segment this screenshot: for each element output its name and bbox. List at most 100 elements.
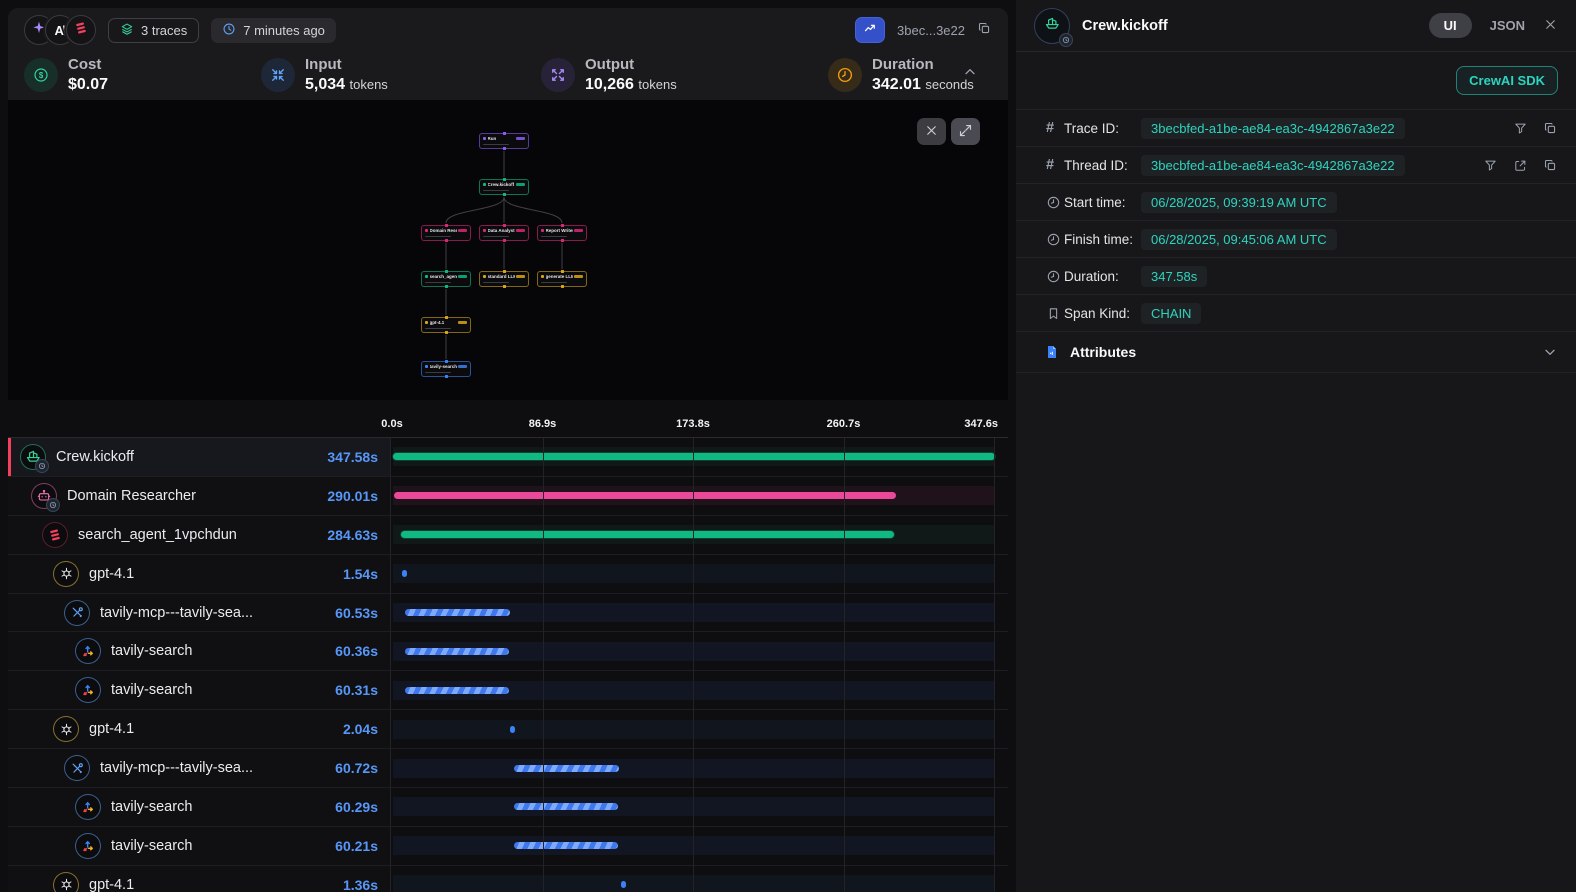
close-panel-button[interactable] xyxy=(1543,17,1558,35)
row-name-cell[interactable]: tavily-search60.31s xyxy=(8,671,390,709)
graph-node-gpt[interactable]: gpt-4.1 xyxy=(421,317,471,333)
graph-node-gp[interactable]: generate LLM prompt xyxy=(537,271,587,287)
openai-icon xyxy=(53,872,79,892)
node-label: search_agent_1vpchdun xyxy=(430,274,457,279)
timeline-row[interactable]: tavily-search 60.36s xyxy=(8,632,1008,671)
span-duration: 60.36s xyxy=(335,643,378,659)
row-name-cell[interactable]: tavily-mcp---tavily-sea...60.53s xyxy=(8,594,390,632)
node-subtext xyxy=(483,190,509,192)
svg-text:$: $ xyxy=(39,71,44,80)
timeline-row[interactable]: tavily-search60.29s xyxy=(8,788,1008,827)
node-subtext xyxy=(425,282,451,284)
timeline-row[interactable]: search_agent_1vpchdun284.63s xyxy=(8,516,1008,555)
span-track xyxy=(393,564,994,583)
graph-node-run[interactable]: Run xyxy=(479,133,529,149)
metric-label: Duration xyxy=(872,56,974,73)
tab-ui[interactable]: UI xyxy=(1429,13,1472,38)
field-value: 347.58s xyxy=(1141,266,1207,287)
chevron-down-icon xyxy=(1542,344,1558,360)
field-actions xyxy=(1513,121,1558,136)
node-kind-badge xyxy=(516,229,525,233)
metric-cost: $ Cost $0.07 xyxy=(24,56,261,94)
metric-value: $0.07 xyxy=(68,76,108,93)
row-plot-cell xyxy=(390,866,1008,892)
field-row: #Thread ID:3becbfed-a1be-ae84-ea3c-49428… xyxy=(1016,147,1576,184)
traces-count-badge[interactable]: 3 traces xyxy=(108,18,199,43)
row-name-cell[interactable]: gpt-4.12.04s xyxy=(8,710,390,748)
timeline-row[interactable]: tavily-search60.21s xyxy=(8,827,1008,866)
timeline-row[interactable]: gpt-4.11.36s xyxy=(8,866,1008,892)
stack-icon xyxy=(73,20,89,41)
node-label: standard LLM Prompt xyxy=(488,274,515,279)
node-type-dot xyxy=(425,321,428,324)
copy-button[interactable] xyxy=(1543,121,1558,136)
span-track xyxy=(393,720,994,739)
span-track xyxy=(393,836,994,855)
graph-node-tv[interactable]: tavily-search xyxy=(421,361,471,377)
graph-controls xyxy=(917,118,980,145)
row-name-cell[interactable]: Crew.kickoff347.58s xyxy=(8,438,390,476)
timeline-row[interactable]: tavily-search60.31s xyxy=(8,671,1008,710)
crewai-ship-icon xyxy=(1044,15,1061,37)
copy-trace-id-button[interactable] xyxy=(977,21,992,39)
graph-node-crew[interactable]: Crew.kickoff xyxy=(479,179,529,195)
row-name-cell[interactable]: search_agent_1vpchdun284.63s xyxy=(8,516,390,554)
row-name-cell[interactable]: gpt-4.11.36s xyxy=(8,866,390,892)
row-plot-cell xyxy=(390,594,1008,632)
node-label: Run xyxy=(488,136,497,141)
graph-node-sa[interactable]: search_agent_1vpchdun xyxy=(421,271,471,287)
field-row: Start time:06/28/2025, 09:39:19 AM UTC xyxy=(1016,184,1576,221)
metrics-chart-button[interactable] xyxy=(855,17,885,43)
node-label: Report Writer xyxy=(546,228,573,233)
node-type-dot xyxy=(425,365,428,368)
filter-button[interactable] xyxy=(1483,158,1498,173)
node-label: tavily-search xyxy=(430,364,457,369)
clock-badge-icon xyxy=(1059,33,1073,47)
graph-node-rw[interactable]: Report Writer xyxy=(537,225,587,241)
sdk-badge[interactable]: CrewAI SDK xyxy=(1456,66,1558,95)
clock-badge-icon xyxy=(35,459,49,473)
row-name-cell[interactable]: tavily-mcp---tavily-sea...60.72s xyxy=(8,749,390,787)
graph-expand-button[interactable] xyxy=(951,118,980,145)
span-duration: 60.31s xyxy=(335,682,378,698)
clock-icon xyxy=(1046,232,1064,247)
timeline-row[interactable]: Domain Researcher290.01s xyxy=(8,477,1008,516)
node-kind-badge xyxy=(458,365,467,369)
field-label: Trace ID: xyxy=(1064,121,1141,136)
span-bar xyxy=(405,687,509,694)
graph-node-da[interactable]: Data Analyst xyxy=(479,225,529,241)
field-value: 3becbfed-a1be-ae84-ea3c-4942867a3e22 xyxy=(1141,155,1405,176)
hash-icon: # xyxy=(1046,158,1064,173)
copy-button[interactable] xyxy=(1543,158,1558,173)
metric-value: 10,266 xyxy=(585,76,634,93)
graph-close-button[interactable] xyxy=(917,118,946,145)
attributes-section-header[interactable]: Attributes xyxy=(1016,332,1576,373)
span-detail-panel: Crew.kickoff UI JSON CrewAI SDK #Trace I… xyxy=(1016,0,1576,892)
tab-json[interactable]: JSON xyxy=(1490,18,1525,33)
row-name-cell[interactable]: tavily-search60.21s xyxy=(8,827,390,865)
layers-icon xyxy=(120,22,134,39)
row-name-cell[interactable]: tavily-search60.29s xyxy=(8,788,390,826)
timeline-row[interactable]: gpt-4.12.04s xyxy=(8,710,1008,749)
graph-node-sp[interactable]: standard LLM Prompt xyxy=(479,271,529,287)
span-bar xyxy=(514,803,618,810)
span-track xyxy=(393,759,994,778)
span-duration: 60.21s xyxy=(335,838,378,854)
row-name-cell[interactable]: gpt-4.11.54s xyxy=(8,555,390,593)
timeline-axis: 0.0s86.9s173.8s260.7s347.6s xyxy=(8,400,1008,437)
row-name-cell[interactable]: tavily-search 60.36s xyxy=(8,632,390,670)
filter-button[interactable] xyxy=(1513,121,1528,136)
timeline-row[interactable]: tavily-mcp---tavily-sea...60.72s xyxy=(8,749,1008,788)
span-name: gpt-4.1 xyxy=(89,566,134,582)
collapse-metrics-chevron-icon[interactable] xyxy=(962,64,978,85)
arrows-out-icon xyxy=(541,58,575,92)
span-duration: 60.72s xyxy=(335,760,378,776)
open-external-button[interactable] xyxy=(1513,158,1528,173)
graph-node-dr[interactable]: Domain Researcher xyxy=(421,225,471,241)
timeline-row[interactable]: tavily-mcp---tavily-sea...60.53s xyxy=(8,594,1008,633)
span-name: tavily-search xyxy=(111,643,192,659)
node-label: Data Analyst xyxy=(488,228,515,233)
row-name-cell[interactable]: Domain Researcher290.01s xyxy=(8,477,390,515)
timeline-row[interactable]: gpt-4.11.54s xyxy=(8,555,1008,594)
timeline-row[interactable]: Crew.kickoff347.58s xyxy=(8,438,1008,477)
